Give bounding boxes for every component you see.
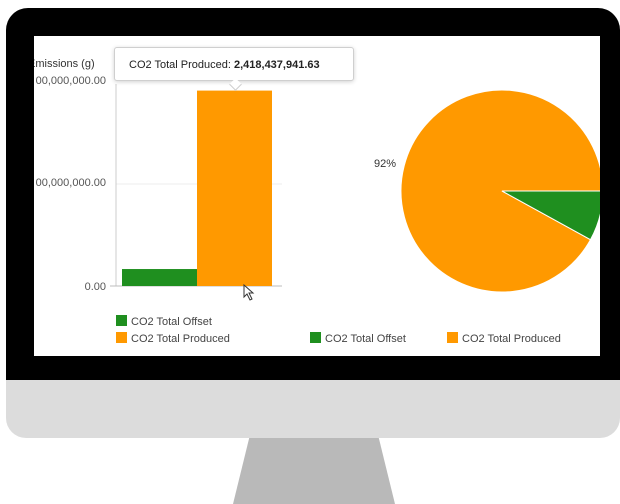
tooltip-value: 2,418,437,941.63 [233, 59, 320, 71]
pie-percent-label: 92% [374, 158, 397, 170]
bar-legend-produced[interactable]: CO2 Total Produced [116, 332, 230, 345]
monitor-chin [6, 380, 620, 438]
monitor-stand [233, 438, 395, 504]
bar-legend-offset[interactable]: CO2 Total Offset [116, 315, 212, 328]
bar-tooltip: CO2 Total Produced: 2,418,437,941.63 [114, 47, 354, 81]
bar-co2-total-produced[interactable] [197, 90, 272, 286]
bar-co2-total-offset[interactable] [122, 269, 197, 286]
pie-legend-swatch-offset [310, 332, 321, 343]
pie-legend-offset[interactable]: CO2 Total Offset [310, 332, 406, 345]
charts-svg [110, 84, 600, 301]
legend-swatch-produced [116, 332, 127, 343]
tooltip-label: CO2 Total Produced: [129, 59, 231, 71]
dashboard-screen: Emissions (g) 00,000,000.00 00,000,000.0… [34, 36, 600, 356]
pie-legend-produced[interactable]: CO2 Total Produced [447, 332, 561, 345]
pie-legend-swatch-produced [447, 332, 458, 343]
mouse-cursor-icon [243, 283, 255, 301]
legend-swatch-offset [116, 315, 127, 326]
